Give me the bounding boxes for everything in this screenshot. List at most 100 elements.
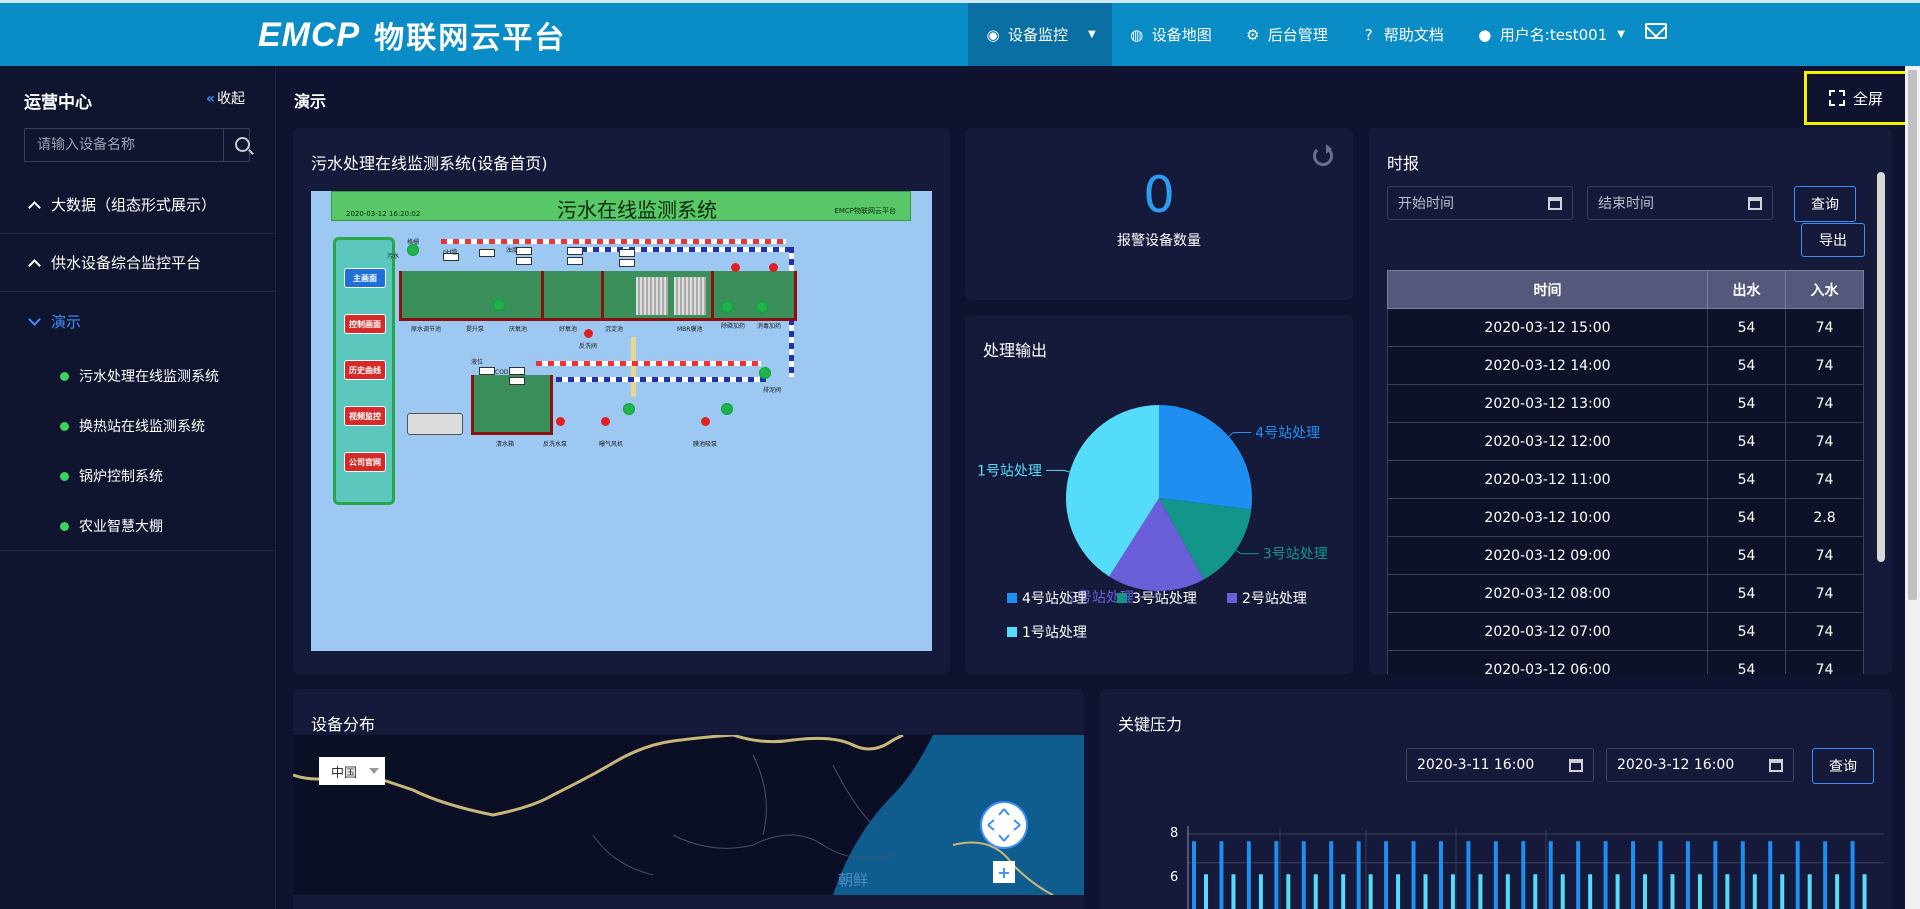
nav-user[interactable]: ● 用户名:test001 ▼: [1460, 3, 1641, 66]
bar[interactable]: [1396, 874, 1401, 909]
collapse-button[interactable]: «收起: [206, 88, 245, 108]
bar[interactable]: [1862, 874, 1867, 909]
bar[interactable]: [1823, 841, 1828, 909]
bar[interactable]: [1588, 874, 1593, 909]
bar[interactable]: [1493, 841, 1498, 909]
refresh-icon[interactable]: [1313, 144, 1333, 166]
mail-icon[interactable]: [1645, 23, 1667, 39]
nav-admin[interactable]: ⚙ 后台管理: [1228, 3, 1344, 66]
scada-btn-control[interactable]: 控制画面: [344, 314, 386, 334]
bar[interactable]: [1219, 841, 1224, 909]
table-scrollbar[interactable]: [1877, 172, 1885, 562]
chevron-down-icon[interactable]: ▼: [1088, 29, 1096, 40]
legend-label[interactable]: 4号站处理: [1022, 591, 1087, 607]
legend-swatch[interactable]: [1117, 593, 1127, 603]
bar[interactable]: [1752, 874, 1757, 909]
bar[interactable]: [1286, 874, 1291, 909]
bar[interactable]: [1313, 874, 1318, 909]
bar[interactable]: [1643, 874, 1648, 909]
device-map[interactable]: 中国 + 朝鲜: [293, 735, 1084, 895]
nav-device-monitor[interactable]: ◉ 设备监控 ▼: [968, 3, 1112, 66]
bar[interactable]: [1697, 874, 1702, 909]
map-pan-control[interactable]: [980, 801, 1028, 849]
bar[interactable]: [1740, 841, 1745, 909]
bar[interactable]: [1384, 841, 1389, 909]
legend-label[interactable]: 2号站处理: [1242, 591, 1307, 607]
bar[interactable]: [1466, 841, 1471, 909]
bar[interactable]: [1807, 874, 1812, 909]
nav-device-map[interactable]: ◍ 设备地图: [1112, 3, 1228, 66]
bar[interactable]: [1548, 841, 1553, 909]
bar[interactable]: [1329, 841, 1334, 909]
bar[interactable]: [1341, 874, 1346, 909]
bar[interactable]: [1204, 874, 1208, 909]
sidebar-item-greenhouse[interactable]: 农业智慧大棚: [60, 514, 163, 538]
bar[interactable]: [1768, 841, 1773, 909]
sidebar-group-demo[interactable]: 演示: [0, 292, 276, 350]
bar[interactable]: [1521, 841, 1526, 909]
bar[interactable]: [1713, 841, 1718, 909]
nav-help[interactable]: ? 帮助文档: [1344, 3, 1460, 66]
page-scrollbar[interactable]: [1905, 66, 1920, 909]
bar[interactable]: [1368, 874, 1373, 909]
legend-swatch[interactable]: [1227, 593, 1237, 603]
bar[interactable]: [1356, 841, 1361, 909]
bar[interactable]: [1725, 874, 1730, 909]
status-dot-icon: [60, 521, 69, 531]
bar[interactable]: [1615, 874, 1620, 909]
fullscreen-button[interactable]: 全屏: [1804, 71, 1908, 125]
brand-logo[interactable]: EMCP 物联网云平台: [258, 13, 566, 57]
legend-label[interactable]: 1号站处理: [1022, 625, 1087, 641]
legend-label[interactable]: 3号站处理: [1132, 591, 1197, 607]
bar[interactable]: [1603, 841, 1608, 909]
start-time-input[interactable]: 开始时间: [1387, 186, 1573, 220]
bar[interactable]: [1258, 874, 1263, 909]
table-cell: 2020-03-12 06:00: [1387, 650, 1708, 674]
sidebar-item-heat-exchange[interactable]: 换热站在线监测系统: [60, 414, 205, 438]
bar[interactable]: [1231, 874, 1236, 909]
bar[interactable]: [1795, 841, 1800, 909]
sidebar-item-boiler[interactable]: 锅炉控制系统: [60, 464, 163, 488]
scada-label: 消毒加药: [757, 323, 782, 330]
bar[interactable]: [1411, 841, 1416, 909]
bar[interactable]: [1835, 874, 1840, 909]
sidebar-item-sewage[interactable]: 污水处理在线监测系统: [60, 364, 219, 388]
bar[interactable]: [1192, 841, 1196, 909]
zoom-in-button[interactable]: +: [993, 861, 1015, 883]
bar[interactable]: [1560, 874, 1565, 909]
bar[interactable]: [1850, 841, 1855, 909]
bar[interactable]: [1685, 841, 1690, 909]
device-search-input[interactable]: [25, 129, 223, 161]
status-dot-icon: [60, 471, 69, 481]
bar[interactable]: [1780, 874, 1785, 909]
scrollbar-thumb[interactable]: [1908, 70, 1917, 600]
sidebar-group-water-supply[interactable]: 供水设备综合监控平台: [0, 234, 276, 292]
bar[interactable]: [1274, 841, 1279, 909]
scada-btn-history[interactable]: 历史曲线: [344, 360, 386, 380]
export-button[interactable]: 导出: [1801, 223, 1865, 257]
bar[interactable]: [1301, 841, 1306, 909]
region-select[interactable]: 中国: [319, 757, 385, 785]
legend-swatch[interactable]: [1007, 627, 1017, 637]
bar[interactable]: [1670, 874, 1675, 909]
bar[interactable]: [1438, 841, 1443, 909]
scada-btn-main[interactable]: 主画面: [344, 268, 386, 288]
pie-slice[interactable]: [1159, 405, 1252, 510]
legend-swatch[interactable]: [1007, 593, 1017, 603]
bar[interactable]: [1450, 874, 1455, 909]
bar[interactable]: [1658, 841, 1663, 909]
sidebar-group-bigdata[interactable]: 大数据（组态形式展示）: [0, 176, 276, 234]
bar[interactable]: [1478, 874, 1483, 909]
bar[interactable]: [1576, 841, 1581, 909]
query-button[interactable]: 查询: [1794, 186, 1856, 222]
end-time-input[interactable]: 结束时间: [1587, 186, 1773, 220]
search-button[interactable]: [223, 129, 250, 161]
bar[interactable]: [1423, 874, 1428, 909]
scada-diagram[interactable]: 2020-03-12 16:20:02 污水在线监测系统 EMCP物联网云平台 …: [311, 191, 932, 651]
bar[interactable]: [1533, 874, 1538, 909]
bar[interactable]: [1246, 841, 1251, 909]
bar[interactable]: [1505, 874, 1510, 909]
bar[interactable]: [1631, 841, 1636, 909]
scada-btn-website[interactable]: 公司官网: [344, 452, 386, 472]
scada-btn-video[interactable]: 视频监控: [344, 406, 386, 426]
